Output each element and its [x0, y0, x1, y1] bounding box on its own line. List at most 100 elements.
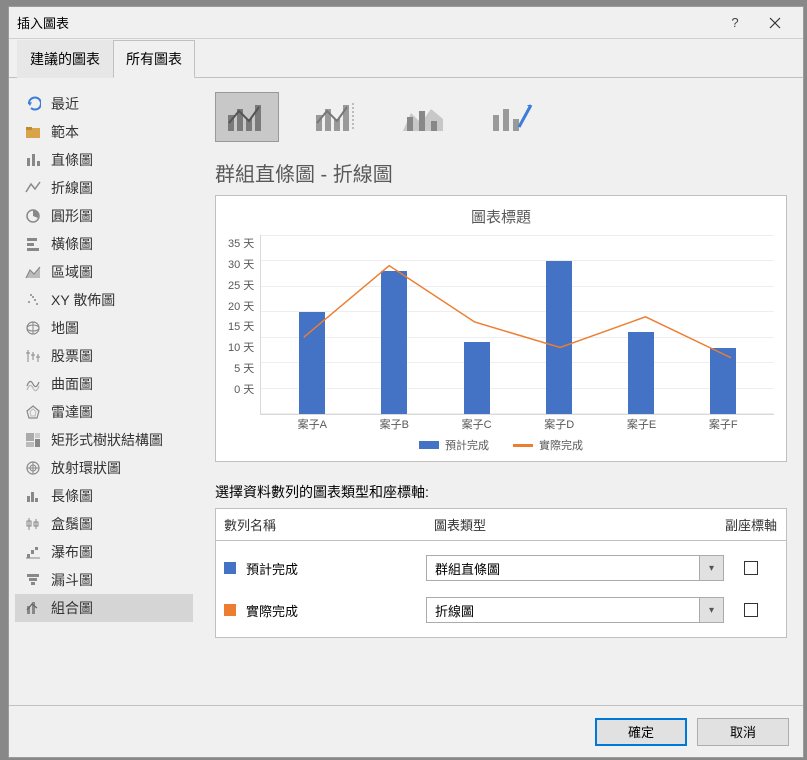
sidebar-item-label: 橫條圖 [51, 234, 93, 254]
sidebar-item[interactable]: 區域圖 [15, 258, 193, 286]
sidebar-item-label: 股票圖 [51, 346, 93, 366]
series-config-label: 選擇資料數列的圖表類型和座標軸: [215, 482, 787, 502]
y-axis: 35 天30 天25 天20 天15 天10 天5 天0 天 [228, 235, 260, 415]
combo-secondary-icon [313, 101, 357, 133]
ok-button[interactable]: 確定 [595, 718, 687, 746]
area-combo-icon [401, 101, 445, 133]
chart-type-icon [23, 404, 43, 420]
sidebar-item[interactable]: 折線圖 [15, 174, 193, 202]
tab-recommended[interactable]: 建議的圖表 [17, 40, 113, 78]
sidebar-item[interactable]: 圓形圖 [15, 202, 193, 230]
chart-type-icon [23, 516, 43, 532]
sidebar-item-label: 放射環狀圖 [51, 458, 121, 478]
sidebar-item-label: 圓形圖 [51, 206, 93, 226]
chart-type-dropdown[interactable]: 群組直條圖▾ [426, 555, 724, 581]
plot-area: 案子A案子B案子C案子D案子E案子F [260, 235, 774, 415]
close-button[interactable] [755, 7, 795, 39]
tab-all-charts[interactable]: 所有圖表 [113, 40, 195, 78]
col-secondary-axis: 副座標軸 [716, 509, 786, 540]
sidebar-item-label: 矩形式樹狀結構圖 [51, 430, 163, 450]
insert-chart-dialog: 插入圖表 ? 建議的圖表 所有圖表 最近範本直條圖折線圖圓形圖橫條圖區域圖 XY … [8, 6, 804, 758]
chart-type-heading: 群組直條圖 - 折線圖 [215, 158, 787, 187]
custom-combo-icon [489, 101, 533, 133]
combo-icon [225, 101, 269, 133]
sidebar-item-label: 長條圖 [51, 486, 93, 506]
sidebar-item-label: 直條圖 [51, 150, 93, 170]
chart-type-icon [23, 544, 43, 560]
sidebar-item[interactable]: 曲面圖 [15, 370, 193, 398]
sidebar-item[interactable]: 組合圖 [15, 594, 193, 622]
sidebar-item-label: 組合圖 [51, 598, 93, 618]
chart-type-icon [23, 348, 43, 364]
chart-type-icon [23, 488, 43, 504]
sidebar-item[interactable]: 放射環狀圖 [15, 454, 193, 482]
subtype-custom[interactable] [479, 92, 543, 142]
sidebar-item-label: 最近 [51, 94, 79, 114]
chart-type-icon [23, 320, 43, 336]
sidebar-item-label: 雷達圖 [51, 402, 93, 422]
secondary-axis-checkbox[interactable] [744, 603, 758, 617]
sidebar-item[interactable]: 瀑布圖 [15, 538, 193, 566]
sidebar-item[interactable]: 直條圖 [15, 146, 193, 174]
chart-type-icon [23, 96, 43, 112]
title-bar: 插入圖表 ? [9, 7, 803, 39]
subtype-clustered-column-line[interactable] [215, 92, 279, 142]
sidebar-item[interactable]: 雷達圖 [15, 398, 193, 426]
series-row: 實際完成折線圖▾ [216, 589, 786, 631]
help-button[interactable]: ? [715, 7, 755, 39]
sidebar-item-label: 盒鬚圖 [51, 514, 93, 534]
sidebar-item[interactable]: 範本 [15, 118, 193, 146]
sidebar-item-label: 範本 [51, 122, 79, 142]
sidebar-item-label: 漏斗圖 [51, 570, 93, 590]
legend-line-swatch [513, 444, 533, 447]
chart-preview[interactable]: 圖表標題 35 天30 天25 天20 天15 天10 天5 天0 天 案子A案… [215, 195, 787, 462]
tab-strip: 建議的圖表 所有圖表 [9, 39, 803, 78]
chevron-down-icon: ▾ [699, 598, 723, 622]
chart-type-icon [23, 432, 43, 448]
legend-bar-swatch [419, 441, 439, 449]
series-row: 預計完成群組直條圖▾ [216, 547, 786, 589]
chart-type-icon [23, 292, 43, 308]
sidebar-item[interactable]: 股票圖 [15, 342, 193, 370]
x-axis: 案子A案子B案子C案子D案子E案子F [261, 416, 774, 432]
sidebar-item[interactable]: 地圖 [15, 314, 193, 342]
series-name: 實際完成 [246, 601, 426, 620]
sidebar-item-label: 折線圖 [51, 178, 93, 198]
sidebar-item-label: 區域圖 [51, 262, 93, 282]
chart-type-icon [23, 376, 43, 392]
series-swatch [224, 562, 236, 574]
sidebar-item[interactable]: 盒鬚圖 [15, 510, 193, 538]
chart-type-icon [23, 236, 43, 252]
cancel-button[interactable]: 取消 [697, 718, 789, 746]
sidebar-item[interactable]: 最近 [15, 90, 193, 118]
chart-title: 圖表標題 [228, 206, 774, 227]
subtype-clustered-column-line-secondary[interactable] [303, 92, 367, 142]
series-table: 數列名稱 圖表類型 副座標軸 預計完成群組直條圖▾實際完成折線圖▾ [215, 508, 787, 638]
sidebar-item[interactable]: 矩形式樹狀結構圖 [15, 426, 193, 454]
sidebar-item-label: 地圖 [51, 318, 79, 338]
chart-type-icon [23, 124, 43, 140]
sidebar-item[interactable]: 漏斗圖 [15, 566, 193, 594]
col-chart-type: 圖表類型 [426, 509, 716, 540]
subtype-stacked-area-column[interactable] [391, 92, 455, 142]
chart-type-icon [23, 264, 43, 280]
sidebar-item-label: XY 散佈圖 [51, 290, 115, 310]
series-swatch [224, 604, 236, 616]
sidebar-item[interactable]: 橫條圖 [15, 230, 193, 258]
col-series-name: 數列名稱 [216, 509, 426, 540]
sidebar-item-label: 瀑布圖 [51, 542, 93, 562]
chart-type-sidebar: 最近範本直條圖折線圖圓形圖橫條圖區域圖 XY 散佈圖地圖股票圖曲面圖雷達圖矩形式樹… [9, 78, 199, 705]
chart-type-dropdown[interactable]: 折線圖▾ [426, 597, 724, 623]
chart-type-icon [23, 572, 43, 588]
close-icon [769, 17, 781, 29]
sidebar-item-label: 曲面圖 [51, 374, 93, 394]
main-panel: 群組直條圖 - 折線圖 圖表標題 35 天30 天25 天20 天15 天10 … [199, 78, 803, 705]
chart-type-icon [23, 208, 43, 224]
sidebar-item[interactable]: XY 散佈圖 [15, 286, 193, 314]
chart-type-icon [23, 600, 43, 616]
sidebar-item[interactable]: 長條圖 [15, 482, 193, 510]
dialog-title: 插入圖表 [17, 13, 715, 32]
secondary-axis-checkbox[interactable] [744, 561, 758, 575]
chart-type-icon [23, 152, 43, 168]
legend: 預計完成 實際完成 [228, 437, 774, 453]
